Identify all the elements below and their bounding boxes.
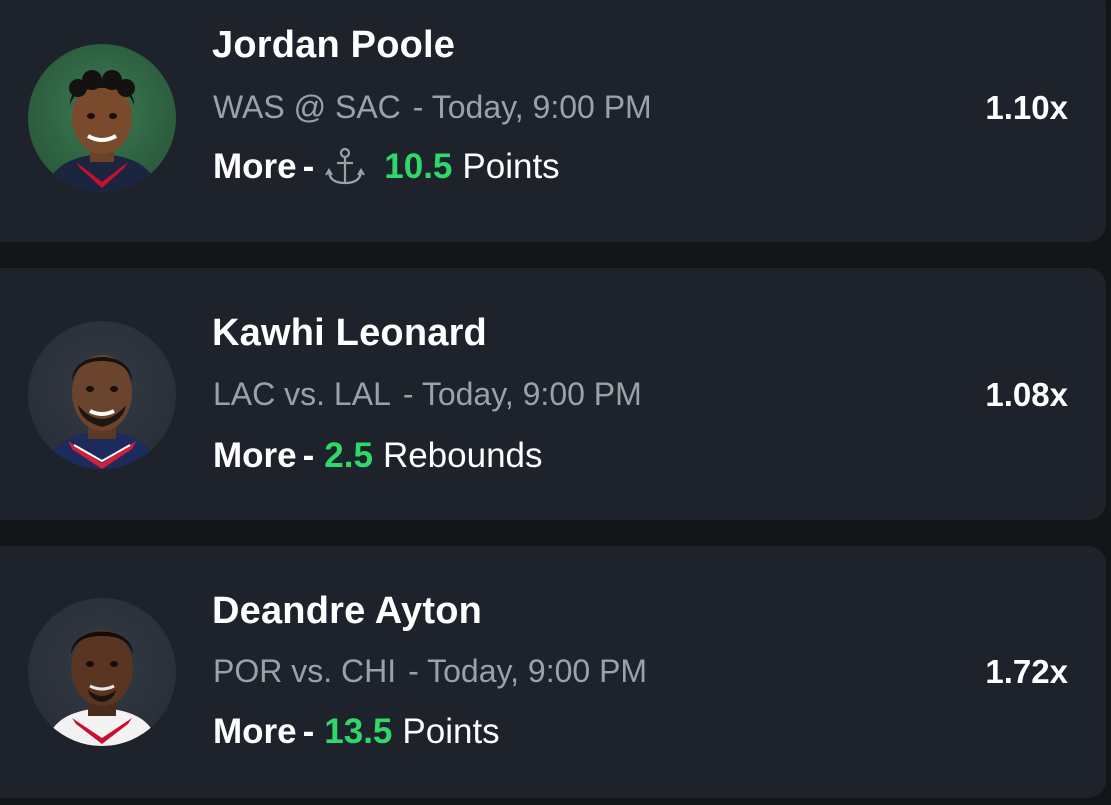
payout-multiplier: 1.08x [985, 376, 1068, 413]
payout-multiplier: 1.10x [985, 89, 1068, 126]
stat-type: Points [462, 147, 560, 186]
pick-direction: More [213, 712, 297, 751]
stat-type: Rebounds [382, 436, 543, 475]
player-name: Deandre Ayton [212, 590, 483, 632]
anchor-icon [324, 146, 366, 188]
pick-dash: - [302, 436, 315, 475]
player-avatar [28, 44, 176, 192]
pick-direction: More [213, 436, 297, 475]
line-value: 10.5 [384, 147, 453, 186]
player-avatar [28, 321, 176, 469]
pick-card[interactable]: Deandre Ayton POR vs. CHI - Today, 9:00 P… [0, 546, 1106, 798]
pick-line: More - 2.5 Rebounds [213, 436, 543, 476]
game-time: - Today, 9:00 PM [402, 376, 642, 412]
player-avatar [28, 598, 176, 746]
matchup: LAC vs. LAL [213, 376, 391, 412]
stat-type: Points [402, 712, 500, 751]
matchup: WAS @ SAC [213, 89, 401, 125]
pick-dash: - [302, 147, 315, 186]
game-info: LAC vs. LAL - Today, 9:00 PM [213, 376, 642, 413]
picks-list: Jordan Poole WAS @ SAC - Today, 9:00 PM M… [0, 0, 1111, 805]
game-info: POR vs. CHI - Today, 9:00 PM [213, 653, 647, 690]
player-name: Kawhi Leonard [212, 312, 487, 354]
pick-line: More - 10.5 Points [213, 146, 560, 188]
line-value: 2.5 [324, 436, 373, 475]
game-time: - Today, 9:00 PM [412, 89, 652, 125]
pick-direction: More [213, 147, 297, 186]
pick-dash: - [302, 712, 315, 751]
payout-multiplier: 1.72x [985, 653, 1068, 690]
game-time: - Today, 9:00 PM [408, 653, 648, 689]
line-value: 13.5 [324, 712, 393, 751]
pick-card[interactable]: Jordan Poole WAS @ SAC - Today, 9:00 PM M… [0, 0, 1106, 242]
matchup: POR vs. CHI [213, 653, 397, 689]
player-name: Jordan Poole [212, 24, 456, 66]
pick-card[interactable]: Kawhi Leonard LAC vs. LAL - Today, 9:00 P… [0, 268, 1106, 520]
pick-line: More - 13.5 Points [213, 712, 500, 752]
game-info: WAS @ SAC - Today, 9:00 PM [213, 89, 652, 126]
